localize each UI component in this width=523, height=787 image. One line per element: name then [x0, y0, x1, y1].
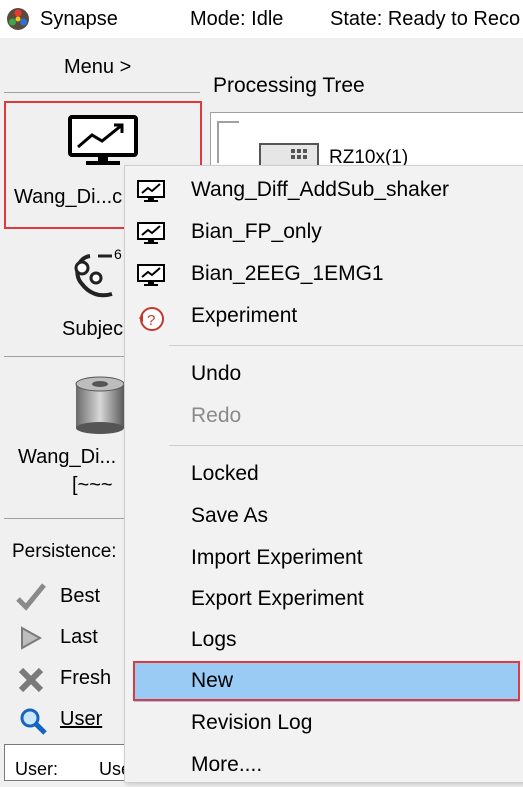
menu-item-label: Redo: [191, 404, 242, 427]
menu-item-label: Revision Log: [191, 711, 313, 734]
menu-item-label: Import Experiment: [191, 546, 363, 569]
experiment-help-icon: ?: [137, 306, 165, 331]
menu-item-recent-3[interactable]: Bian_2EEG_1EMG1: [125, 254, 523, 296]
menu-item-label: Save As: [191, 504, 269, 527]
subject-label: Subjec: [62, 318, 124, 340]
persistence-label: Persistence:: [12, 541, 117, 562]
menu-item-label: Bian_2EEG_1EMG1: [191, 262, 384, 285]
synapse-logo-icon: [6, 7, 30, 31]
database-icon: [72, 374, 128, 441]
tank-sublabel: [~~~: [72, 474, 113, 496]
processing-tree-title: Processing Tree: [213, 74, 365, 97]
menu-item-label: Locked: [191, 462, 259, 485]
menu-item-locked[interactable]: Locked: [125, 454, 523, 496]
persistence-fresh-label: Fresh: [60, 667, 112, 689]
user-field-label: User:: [15, 759, 59, 779]
divider: [4, 92, 200, 93]
magnifier-icon: [18, 706, 48, 741]
subject-badge: 6: [114, 246, 122, 262]
menu-button[interactable]: Menu >: [64, 56, 131, 79]
annotation-outline: [133, 661, 520, 701]
checkmark-icon: [16, 583, 46, 616]
play-icon: [20, 626, 43, 655]
monitor-chart-icon: [137, 180, 165, 204]
menu-item-label: Logs: [191, 628, 237, 651]
svg-text:?: ?: [147, 312, 155, 329]
persistence-user-label: User: [60, 708, 103, 730]
menu-item-redo: Redo: [125, 396, 523, 438]
persistence-user[interactable]: User: [16, 706, 126, 736]
persistence-fresh[interactable]: Fresh: [16, 665, 126, 695]
tree-connector: [217, 121, 239, 163]
menu-item-import-experiment[interactable]: Import Experiment: [125, 538, 523, 580]
menu-item-label: Bian_FP_only: [191, 220, 322, 243]
menu-separator: [169, 345, 523, 346]
menu-item-label: Experiment: [191, 304, 298, 327]
menu-item-label: Undo: [191, 362, 242, 385]
menu-item-label: More....: [191, 753, 263, 776]
menu-item-recent-1[interactable]: Wang_Diff_AddSub_shaker: [125, 170, 523, 212]
menu-item-undo[interactable]: Undo: [125, 354, 523, 396]
monitor-chart-icon: [137, 222, 165, 246]
menu-item-recent-2[interactable]: Bian_FP_only: [125, 212, 523, 254]
menu-item-revision-log[interactable]: Revision Log: [125, 703, 523, 745]
tank-label: Wang_Di...: [18, 446, 117, 468]
title-bar: Synapse Mode: Idle State: Ready to Reco: [0, 0, 523, 38]
persistence-best-label: Best: [60, 585, 101, 607]
app-title: Synapse: [40, 8, 118, 30]
menu-item-save-as[interactable]: Save As: [125, 496, 523, 538]
monitor-chart-icon: [137, 264, 165, 288]
menu-item-export-experiment[interactable]: Export Experiment: [125, 579, 523, 621]
persistence-last-label: Last: [60, 626, 98, 648]
menu-item-experiment[interactable]: ? Experiment: [125, 296, 523, 338]
mode-status: Mode: Idle: [190, 8, 284, 30]
menu-item-label: Export Experiment: [191, 587, 364, 610]
x-mark-icon: [18, 667, 44, 698]
state-status: State: Ready to Reco: [330, 8, 521, 30]
menu-item-label: Wang_Diff_AddSub_shaker: [191, 178, 449, 201]
menu-item-logs[interactable]: Logs: [125, 620, 523, 662]
persistence-last[interactable]: Last: [16, 624, 126, 654]
persistence-best[interactable]: Best: [16, 583, 126, 613]
menu-separator: [169, 445, 523, 446]
